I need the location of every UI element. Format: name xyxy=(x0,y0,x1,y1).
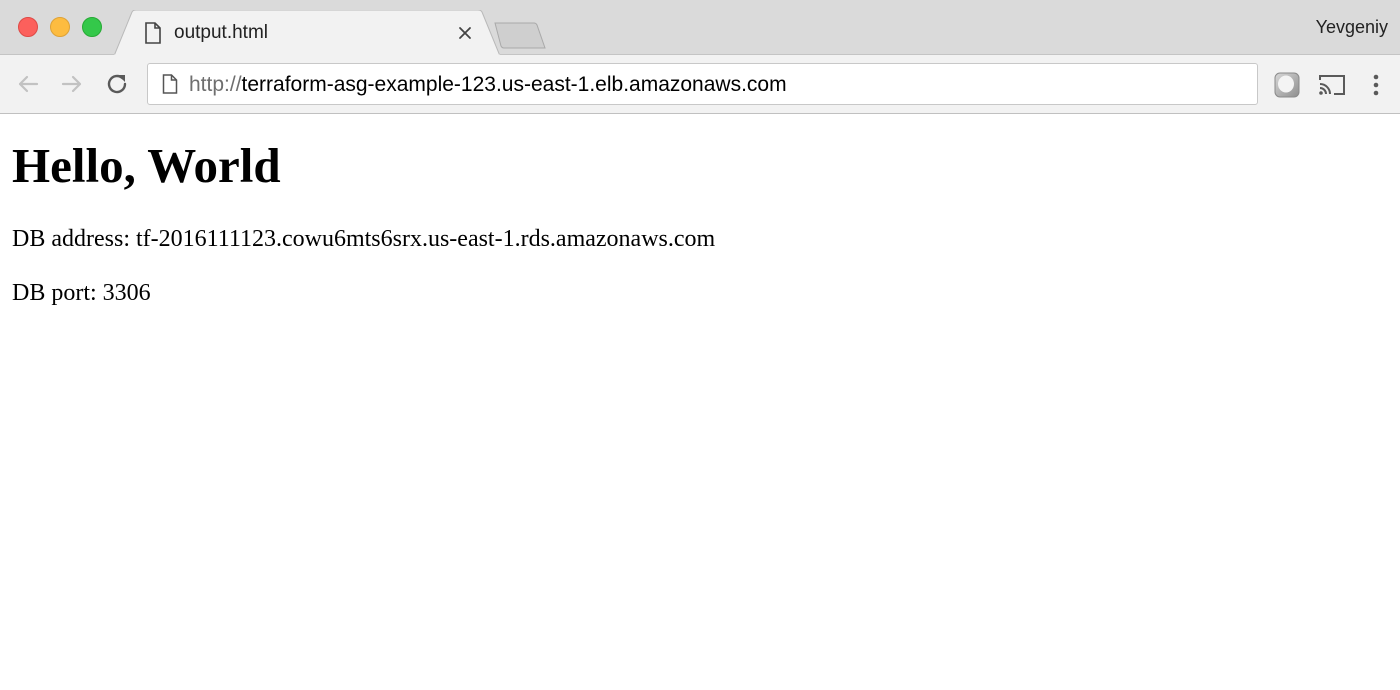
tab-background xyxy=(114,10,500,56)
cast-icon[interactable] xyxy=(1316,70,1348,100)
close-icon[interactable] xyxy=(454,22,476,44)
extension-icon[interactable] xyxy=(1272,70,1302,100)
page-heading: Hello, World xyxy=(12,138,281,193)
new-tab-icon[interactable] xyxy=(492,22,548,50)
tab-output-html[interactable]: output.html xyxy=(114,10,500,56)
tab-title: output.html xyxy=(174,22,268,43)
reload-icon[interactable] xyxy=(102,69,132,99)
profile-name[interactable]: Yevgeniy xyxy=(1316,17,1388,38)
db-address-text: DB address: tf-2016111123.cowu6mts6srx.u… xyxy=(12,226,716,252)
more-vert-icon[interactable] xyxy=(1364,70,1388,100)
url-host: terraform-asg-example-123.us-east-1.elb.… xyxy=(241,73,787,96)
window-close-button[interactable] xyxy=(18,17,38,37)
arrow-left-icon[interactable] xyxy=(13,69,43,99)
window-minimize-button[interactable] xyxy=(50,17,70,37)
tab-strip: output.html Yevgeniy xyxy=(0,0,1400,56)
window-zoom-button[interactable] xyxy=(82,17,102,37)
arrow-right-icon[interactable] xyxy=(57,69,87,99)
browser-toolbar: http://terraform-asg-example-123.us-east… xyxy=(0,55,1400,114)
url-text[interactable]: http://terraform-asg-example-123.us-east… xyxy=(189,73,787,97)
page-content: Hello, World DB address: tf-2016111123.c… xyxy=(0,115,1400,690)
page-info-icon[interactable] xyxy=(162,74,178,94)
document-icon xyxy=(144,22,162,44)
url-scheme: http:// xyxy=(189,73,242,96)
db-port-text: DB port: 3306 xyxy=(12,280,151,306)
address-bar[interactable]: http://terraform-asg-example-123.us-east… xyxy=(147,63,1258,105)
